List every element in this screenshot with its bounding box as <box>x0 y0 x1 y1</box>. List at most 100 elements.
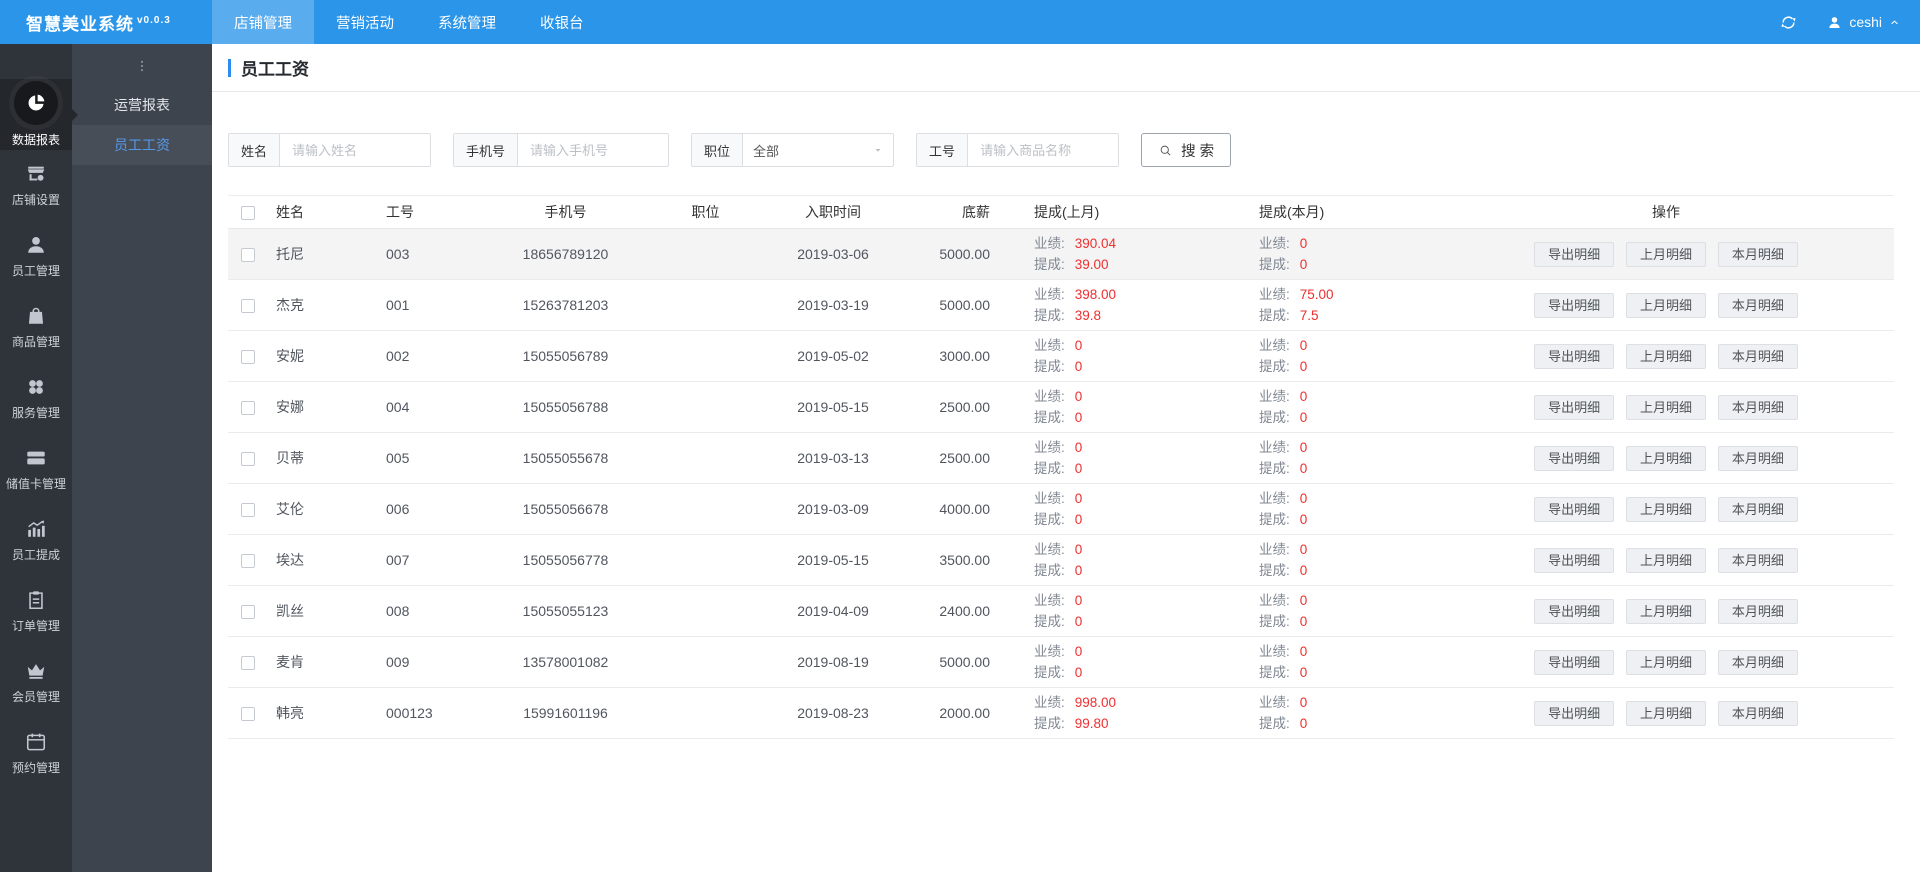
caret-up-icon <box>1889 17 1900 28</box>
select-all-checkbox[interactable] <box>241 206 255 221</box>
commission-label: 提成: <box>1259 461 1290 476</box>
export-detail-button[interactable]: 导出明细 <box>1534 496 1615 522</box>
export-detail-button[interactable]: 导出明细 <box>1534 700 1615 726</box>
crown-icon <box>25 660 47 682</box>
app-logo: 智慧美业系统 v0.0.3 <box>0 10 171 35</box>
this-month-detail-button[interactable]: 本月明细 <box>1717 598 1798 624</box>
name-input[interactable] <box>280 134 431 166</box>
search-icon <box>1158 143 1173 158</box>
row-checkbox[interactable] <box>241 350 255 365</box>
export-detail-button[interactable]: 导出明细 <box>1534 445 1615 471</box>
job-number-input[interactable] <box>968 134 1119 166</box>
sidebar-item[interactable]: 会员管理 <box>0 647 72 718</box>
position <box>658 483 753 535</box>
refresh-icon[interactable] <box>1780 14 1797 31</box>
performance-label: 业绩: <box>1034 593 1065 608</box>
export-detail-button[interactable]: 导出明细 <box>1534 547 1615 573</box>
commission-label: 提成: <box>1034 410 1065 425</box>
commission-label: 提成: <box>1259 257 1290 272</box>
this-month-detail-button[interactable]: 本月明细 <box>1717 292 1798 318</box>
commission-value: 0 <box>1299 665 1308 680</box>
row-checkbox[interactable] <box>241 707 255 722</box>
sidebar-item[interactable]: 预约管理 <box>0 718 72 789</box>
submenu-item[interactable]: 员工工资 <box>72 125 212 165</box>
this-month-detail-button[interactable]: 本月明细 <box>1717 700 1798 726</box>
last-month-detail-button[interactable]: 上月明细 <box>1625 598 1706 624</box>
sidebar-item[interactable]: 储值卡管理 <box>0 434 72 505</box>
submenu-more-button[interactable] <box>72 54 212 78</box>
user-menu[interactable]: ceshi <box>1827 14 1900 30</box>
phone-input[interactable] <box>518 134 669 166</box>
commission-last-month: 业绩: 0 提成: 0 <box>998 585 1223 637</box>
row-checkbox[interactable] <box>241 656 255 671</box>
sidebar-item[interactable]: 订单管理 <box>0 576 72 647</box>
base-salary: 2500.00 <box>913 432 998 484</box>
hire-date: 2019-05-15 <box>753 534 913 586</box>
sidebar-item[interactable]: 店铺设置 <box>0 150 72 221</box>
row-checkbox[interactable] <box>241 605 255 620</box>
performance-label: 业绩: <box>1034 338 1065 353</box>
nav-tab[interactable]: 店铺管理 <box>212 0 314 44</box>
sidebar-item[interactable]: 员工管理 <box>0 221 72 292</box>
commission-this-month: 业绩: 0 提成: 0 <box>1223 330 1438 382</box>
row-checkbox[interactable] <box>241 401 255 416</box>
this-month-detail-button[interactable]: 本月明细 <box>1717 649 1798 675</box>
last-month-detail-button[interactable]: 上月明细 <box>1625 496 1706 522</box>
export-detail-button[interactable]: 导出明细 <box>1534 394 1615 420</box>
sidebar-item-label: 订单管理 <box>11 619 60 633</box>
this-month-detail-button[interactable]: 本月明细 <box>1717 547 1798 573</box>
export-detail-button[interactable]: 导出明细 <box>1534 598 1615 624</box>
employee-name: 麦肯 <box>268 636 378 688</box>
filter-jobno-group: 工号 <box>916 133 1120 167</box>
commission-label: 提成: <box>1259 716 1290 731</box>
search-button[interactable]: 搜 索 <box>1141 133 1232 167</box>
last-month-detail-button[interactable]: 上月明细 <box>1625 394 1706 420</box>
sidebar-item[interactable]: 员工提成 <box>0 505 72 576</box>
filter-bar: 姓名 手机号 职位 全部 工号 搜 索 <box>228 133 1894 167</box>
column-header: 姓名 <box>268 195 378 229</box>
export-detail-button[interactable]: 导出明细 <box>1534 292 1615 318</box>
submenu-item[interactable]: 运营报表 <box>72 85 212 125</box>
row-checkbox[interactable] <box>241 452 255 467</box>
this-month-detail-button[interactable]: 本月明细 <box>1717 241 1798 267</box>
phone-number: 15055056789 <box>473 330 658 382</box>
commission-label: 提成: <box>1034 563 1065 578</box>
table-row: 杰克 001 15263781203 2019-03-19 5000.00 业绩… <box>228 279 1894 331</box>
commission-label: 提成: <box>1259 308 1290 323</box>
row-checkbox[interactable] <box>241 299 255 314</box>
nav-tab[interactable]: 收银台 <box>518 0 606 44</box>
last-month-detail-button[interactable]: 上月明细 <box>1625 700 1706 726</box>
sidebar-item[interactable]: 服务管理 <box>0 363 72 434</box>
last-month-detail-button[interactable]: 上月明细 <box>1625 547 1706 573</box>
commission-label: 提成: <box>1259 359 1290 374</box>
commission-value: 7.5 <box>1299 308 1319 323</box>
export-detail-button[interactable]: 导出明细 <box>1534 241 1615 267</box>
job-number: 002 <box>378 330 473 382</box>
row-checkbox[interactable] <box>241 554 255 569</box>
last-month-detail-button[interactable]: 上月明细 <box>1625 445 1706 471</box>
sidebar-item[interactable]: 数据报表 <box>0 79 78 150</box>
row-checkbox[interactable] <box>241 248 255 263</box>
last-month-detail-button[interactable]: 上月明细 <box>1625 241 1706 267</box>
last-month-detail-button[interactable]: 上月明细 <box>1625 292 1706 318</box>
position-select[interactable]: 全部 <box>743 134 893 166</box>
this-month-detail-button[interactable]: 本月明细 <box>1717 343 1798 369</box>
performance-label: 业绩: <box>1259 593 1290 608</box>
table-row: 埃达 007 15055056778 2019-05-15 3500.00 业绩… <box>228 534 1894 586</box>
nav-tab[interactable]: 系统管理 <box>416 0 518 44</box>
last-month-detail-button[interactable]: 上月明细 <box>1625 649 1706 675</box>
row-checkbox[interactable] <box>241 503 255 518</box>
this-month-detail-button[interactable]: 本月明细 <box>1717 496 1798 522</box>
topbar-right: ceshi <box>1780 0 1900 44</box>
nav-tab[interactable]: 营销活动 <box>314 0 416 44</box>
export-detail-button[interactable]: 导出明细 <box>1534 343 1615 369</box>
column-header: 操作 <box>1438 195 1894 229</box>
sidebar-item[interactable]: 商品管理 <box>0 292 72 363</box>
last-month-detail-button[interactable]: 上月明细 <box>1625 343 1706 369</box>
hire-date: 2019-08-19 <box>753 636 913 688</box>
commission-value: 0 <box>1074 563 1083 578</box>
this-month-detail-button[interactable]: 本月明细 <box>1717 394 1798 420</box>
main-content: 员工工资 姓名 手机号 职位 全部 工号 <box>205 44 1920 872</box>
export-detail-button[interactable]: 导出明细 <box>1534 649 1615 675</box>
this-month-detail-button[interactable]: 本月明细 <box>1717 445 1798 471</box>
